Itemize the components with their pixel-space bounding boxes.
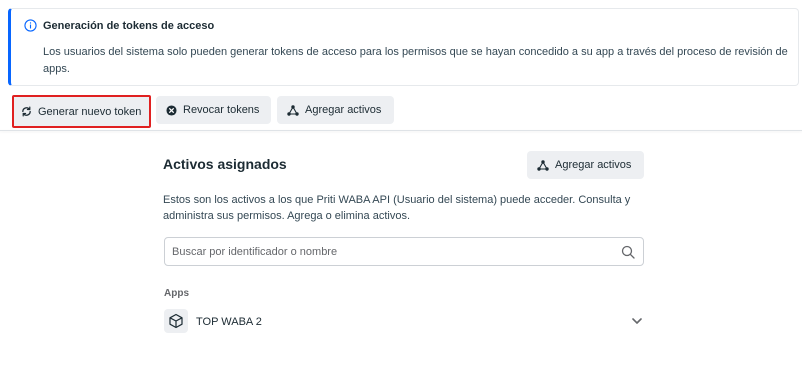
list-item[interactable]: TOP WABA 2 [164,309,644,335]
revoke-tokens-label: Revocar tokens [183,104,260,116]
page: Generación de tokens de acceso Los usuar… [0,0,802,365]
close-circle-icon [166,104,177,116]
search-input[interactable] [172,238,612,265]
generate-token-button[interactable]: Generar nuevo token [12,95,151,128]
add-assets-secondary-label: Agregar activos [555,159,632,171]
cube-icon [164,309,188,333]
refresh-icon [22,106,31,117]
add-assets-label: Agregar activos [305,104,382,116]
search-icon[interactable] [621,245,635,259]
banner-description: Los usuarios del sistema solo pueden gen… [43,46,788,75]
chevron-down-icon[interactable] [631,317,643,325]
revoke-tokens-button[interactable]: Revocar tokens [156,96,271,124]
search-box [164,237,644,266]
section-title: Activos asignados [163,156,287,172]
generate-token-label: Generar nuevo token [38,105,142,118]
info-banner: Generación de tokens de acceso Los usuar… [8,8,799,86]
section-description: Estos son los activos a los que Priti WA… [163,194,631,222]
add-assets-button[interactable]: Agregar activos [277,96,394,124]
add-assets-button-secondary[interactable]: Agregar activos [527,151,644,179]
token-toolbar: Generar nuevo token Revocar tokens Agreg… [0,94,802,130]
app-name: TOP WABA 2 [196,316,262,328]
apps-label: Apps [164,288,189,299]
assets-icon [287,104,299,116]
divider [0,130,802,131]
banner-title: Generación de tokens de acceso [43,20,215,32]
assets-icon [537,159,549,171]
info-icon [24,19,37,32]
